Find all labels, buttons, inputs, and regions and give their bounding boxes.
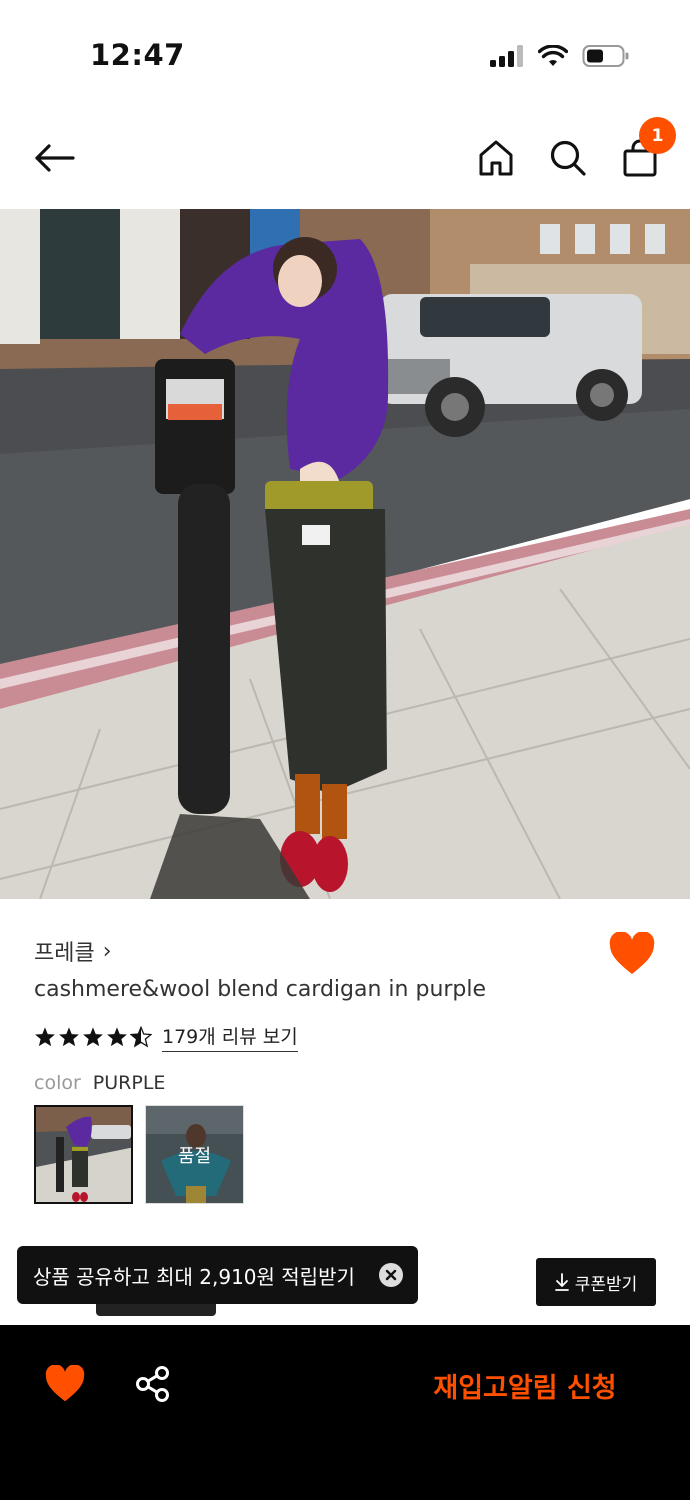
rating-row: 179개 리뷰 보기	[34, 1022, 298, 1052]
heart-icon	[45, 1364, 85, 1402]
status-time: 12:47	[90, 38, 185, 72]
star-rating	[34, 1026, 152, 1048]
wifi-icon	[538, 45, 568, 66]
status-icons	[490, 40, 630, 72]
coupon-download-button[interactable]: 쿠폰받기	[536, 1258, 656, 1306]
share-reward-toast[interactable]: 상품 공유하고 최대 2,910원 적립받기	[17, 1246, 418, 1304]
back-button[interactable]	[28, 136, 80, 180]
color-swatch-purple[interactable]	[34, 1105, 133, 1204]
bottom-wishlist-button[interactable]	[44, 1364, 86, 1403]
share-button[interactable]	[134, 1365, 172, 1403]
wishlist-button[interactable]	[608, 931, 656, 976]
soldout-label: 품절	[146, 1106, 243, 1203]
close-icon	[385, 1269, 397, 1281]
product-title: cashmere&wool blend cardigan in purple	[34, 977, 487, 1002]
swatch-thumbnail	[36, 1107, 131, 1202]
download-icon	[554, 1273, 569, 1291]
coupon-label: 쿠폰받기	[574, 1274, 638, 1295]
cart-count-badge: 1	[639, 117, 676, 154]
product-photo	[0, 209, 690, 899]
half-star-icon	[130, 1026, 152, 1048]
heart-icon	[609, 931, 655, 974]
restock-alert-button[interactable]: 재입고알림 신청	[400, 1363, 650, 1407]
chevron-right-icon: ›	[102, 938, 112, 964]
color-label: color	[34, 1072, 81, 1094]
share-icon	[136, 1366, 169, 1402]
home-button[interactable]	[474, 136, 518, 180]
color-swatch-soldout[interactable]: 품절	[145, 1105, 244, 1204]
color-value: PURPLE	[92, 1072, 166, 1094]
star-icon	[83, 1027, 103, 1047]
battery-icon	[582, 45, 629, 67]
star-icon	[59, 1027, 79, 1047]
home-icon	[479, 140, 513, 176]
star-icon	[35, 1027, 55, 1047]
brand-name: 프레클	[34, 941, 95, 966]
search-button[interactable]	[546, 136, 590, 180]
signal-icon	[490, 45, 523, 67]
star-icon	[107, 1027, 127, 1047]
toast-text: 상품 공유하고 최대 2,910원 적립받기	[33, 1264, 355, 1289]
search-icon	[550, 140, 586, 176]
toast-close-button[interactable]	[379, 1263, 403, 1287]
status-bar: 12:47	[0, 0, 690, 110]
back-arrow-icon	[35, 144, 75, 172]
review-link[interactable]: 179개 리뷰 보기	[162, 1022, 298, 1052]
product-hero-image[interactable]	[0, 209, 690, 899]
brand-link[interactable]: 프레클 ›	[34, 935, 112, 967]
top-nav-bar	[0, 110, 690, 208]
color-option-row: color PURPLE	[34, 1072, 165, 1094]
bottom-action-bar: 재입고알림 신청	[0, 1325, 690, 1500]
